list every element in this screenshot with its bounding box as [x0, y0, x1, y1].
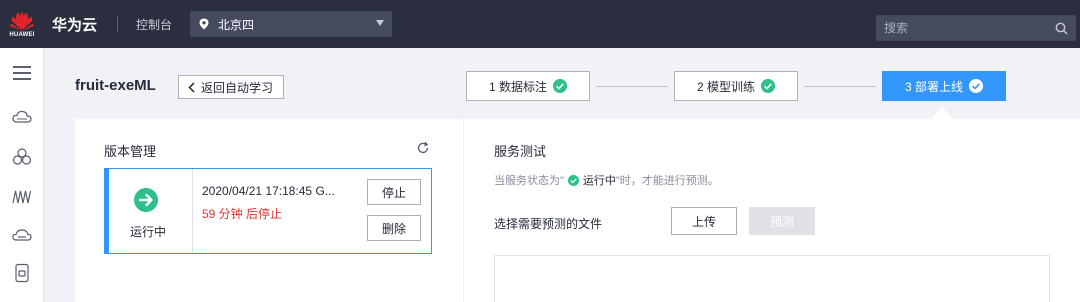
service-test-title: 服务测试	[494, 144, 547, 159]
search-icon[interactable]	[1055, 22, 1068, 35]
cluster-icon[interactable]	[9, 146, 35, 168]
select-file-label: 选择需要预测的文件	[494, 217, 603, 231]
page-title: fruit-exeML	[75, 77, 156, 94]
region-label: 北京四	[218, 17, 255, 32]
model-icon[interactable]	[9, 186, 35, 208]
active-step-pointer	[932, 106, 952, 119]
step-label: 2 模型训练	[696, 79, 755, 94]
service-hint: 当服务状态为" 运行中 "时，才能进行预测。	[494, 172, 719, 188]
check-circle-icon	[761, 79, 775, 93]
step-connector	[804, 86, 876, 87]
hint-prefix: 当服务状态为"	[494, 175, 564, 187]
stop-button[interactable]: 停止	[367, 179, 421, 205]
prediction-result-area	[494, 255, 1050, 302]
huawei-logo[interactable]: HUAWEI	[0, 0, 44, 48]
cloud-name[interactable]: 华为云	[52, 14, 97, 35]
delete-button[interactable]: 删除	[367, 215, 421, 241]
predict-button[interactable]: 预测	[749, 207, 815, 235]
document-icon[interactable]	[9, 262, 35, 284]
step-label: 1 数据标注	[488, 79, 547, 94]
status-label: 运行中	[130, 225, 167, 239]
top-bar: HUAWEI 华为云 控制台 北京四	[0, 0, 1080, 48]
step-label: 3 部署上线	[904, 79, 963, 94]
chevron-down-icon	[376, 20, 385, 26]
brand-text: HUAWEI	[9, 31, 35, 38]
search-input[interactable]	[884, 21, 1055, 35]
check-circle-icon	[969, 79, 983, 93]
version-timestamp: 2020/04/21 17:18:45 G...	[202, 184, 335, 198]
search-box[interactable]	[876, 15, 1076, 41]
step-connector	[596, 86, 668, 87]
hint-status: 运行中	[582, 175, 616, 187]
upload-button[interactable]: 上传	[671, 207, 737, 235]
back-to-autolearn-button[interactable]: 返回自动学习	[178, 75, 285, 99]
card-divider	[192, 169, 193, 253]
console-link[interactable]: 控制台	[136, 16, 172, 33]
menu-icon[interactable]	[9, 62, 35, 84]
huawei-flower-icon	[10, 11, 34, 30]
chevron-left-icon	[188, 82, 195, 93]
step-model-training[interactable]: 2 模型训练	[674, 71, 798, 101]
check-circle-icon	[553, 79, 567, 93]
version-panel-title: 版本管理	[104, 144, 157, 159]
cloud-service-icon[interactable]	[9, 106, 35, 128]
check-circle-icon	[567, 174, 579, 186]
region-selector[interactable]: 北京四	[190, 11, 393, 37]
storage-icon[interactable]	[9, 224, 35, 246]
location-pin-icon	[199, 18, 209, 30]
step-deploy[interactable]: 3 部署上线	[882, 71, 1006, 101]
divider	[117, 16, 119, 32]
hint-suffix: "时，才能进行预测。	[615, 175, 719, 187]
step-data-labeling[interactable]: 1 数据标注	[466, 71, 590, 101]
running-status-icon	[134, 188, 158, 212]
back-button-label: 返回自动学习	[201, 80, 274, 95]
selected-indicator	[105, 169, 109, 253]
refresh-icon[interactable]	[416, 141, 430, 155]
side-rail	[0, 48, 44, 302]
auto-stop-info: 59 分钟 后停止	[202, 207, 283, 221]
